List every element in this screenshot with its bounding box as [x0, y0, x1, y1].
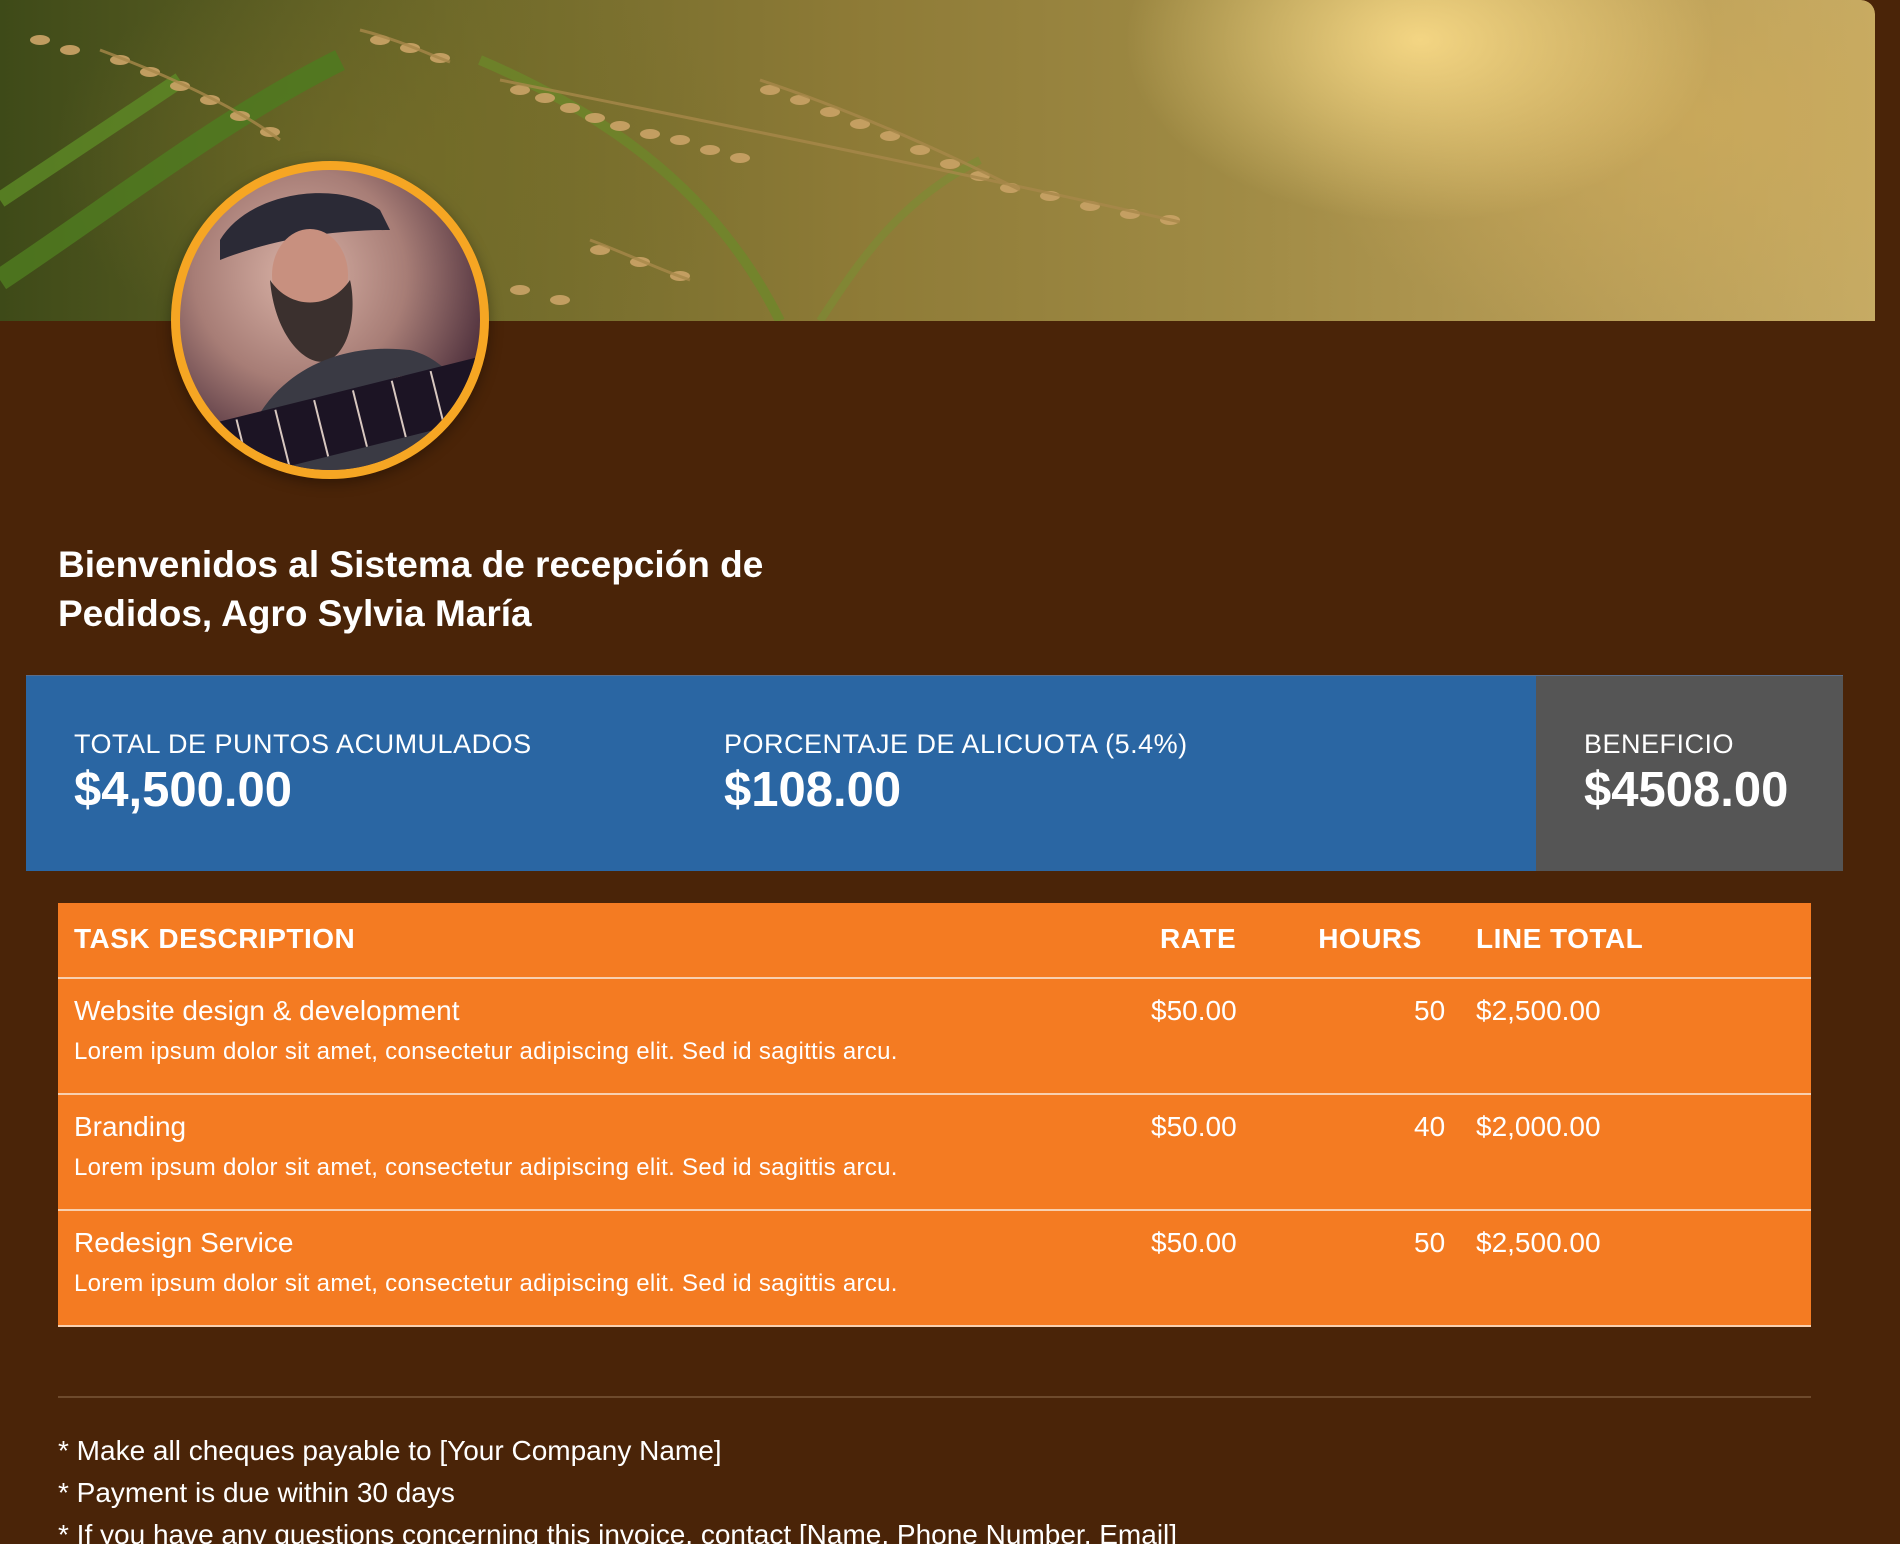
divider: [58, 1396, 1811, 1398]
task-rate: $50.00: [1151, 995, 1237, 1026]
table-row: Branding Lorem ipsum dolor sit amet, con…: [58, 1095, 1811, 1211]
stat-label: TOTAL DE PUNTOS ACUMULADOS: [74, 729, 532, 759]
note-line: * Payment is due within 30 days: [58, 1477, 455, 1508]
task-title: Branding: [74, 1111, 187, 1142]
task-rate: $50.00: [1151, 1111, 1237, 1142]
task-line-total: $2,500.00: [1476, 1227, 1601, 1258]
summary-side-panel: BENEFICIO $4508.00: [1536, 676, 1843, 871]
note-line: * Make all cheques payable to [Your Comp…: [58, 1435, 722, 1466]
task-line-total: $2,500.00: [1476, 995, 1601, 1026]
header-line-total: LINE TOTAL: [1476, 923, 1644, 954]
stat-value: $108.00: [724, 763, 902, 817]
person-with-guitar-illustration: [197, 193, 480, 470]
page: Bienvenidos al Sistema de recepción de P…: [0, 0, 1900, 1544]
welcome-line-2: Pedidos, Agro Sylvia María: [58, 593, 532, 634]
invoice-card: Bienvenidos al Sistema de recepción de P…: [0, 0, 1875, 1544]
table-header-row: TASK DESCRIPTION RATE HOURS LINE TOTAL: [58, 903, 1811, 979]
task-line-total: $2,000.00: [1476, 1111, 1601, 1142]
task-table: TASK DESCRIPTION RATE HOURS LINE TOTAL W…: [58, 903, 1811, 1327]
welcome-line-1: Bienvenidos al Sistema de recepción de: [58, 544, 764, 585]
header-task-description: TASK DESCRIPTION: [74, 923, 356, 954]
stat-label: BENEFICIO: [1584, 729, 1735, 759]
task-rate: $50.00: [1151, 1227, 1237, 1258]
stat-label: PORCENTAJE DE ALICUOTA (5.4%): [724, 729, 1188, 759]
stat-alicuota: PORCENTAJE DE ALICUOTA (5.4%) $108.00: [724, 728, 1188, 818]
stat-value: $4508.00: [1584, 763, 1789, 817]
welcome-heading: Bienvenidos al Sistema de recepción de P…: [58, 540, 878, 638]
stat-total-points: TOTAL DE PUNTOS ACUMULADOS $4,500.00: [74, 728, 532, 818]
task-description: Lorem ipsum dolor sit amet, consectetur …: [74, 1270, 898, 1297]
invoice-notes: * Make all cheques payable to [Your Comp…: [58, 1430, 1177, 1544]
summary-band: TOTAL DE PUNTOS ACUMULADOS $4,500.00 POR…: [26, 675, 1843, 871]
stat-beneficio: BENEFICIO $4508.00: [1584, 728, 1788, 818]
summary-main-panel: TOTAL DE PUNTOS ACUMULADOS $4,500.00 POR…: [26, 676, 1536, 871]
header-hours: HOURS: [1318, 923, 1422, 954]
avatar[interactable]: [171, 161, 489, 479]
task-description: Lorem ipsum dolor sit amet, consectetur …: [74, 1038, 898, 1065]
task-title: Redesign Service: [74, 1227, 294, 1258]
note-line: * If you have any questions concerning t…: [58, 1519, 1178, 1544]
table-row: Website design & development Lorem ipsum…: [58, 979, 1811, 1095]
stat-value: $4,500.00: [74, 763, 292, 817]
task-description: Lorem ipsum dolor sit amet, consectetur …: [74, 1154, 898, 1181]
task-title: Website design & development: [74, 995, 460, 1026]
table-row: Redesign Service Lorem ipsum dolor sit a…: [58, 1211, 1811, 1327]
